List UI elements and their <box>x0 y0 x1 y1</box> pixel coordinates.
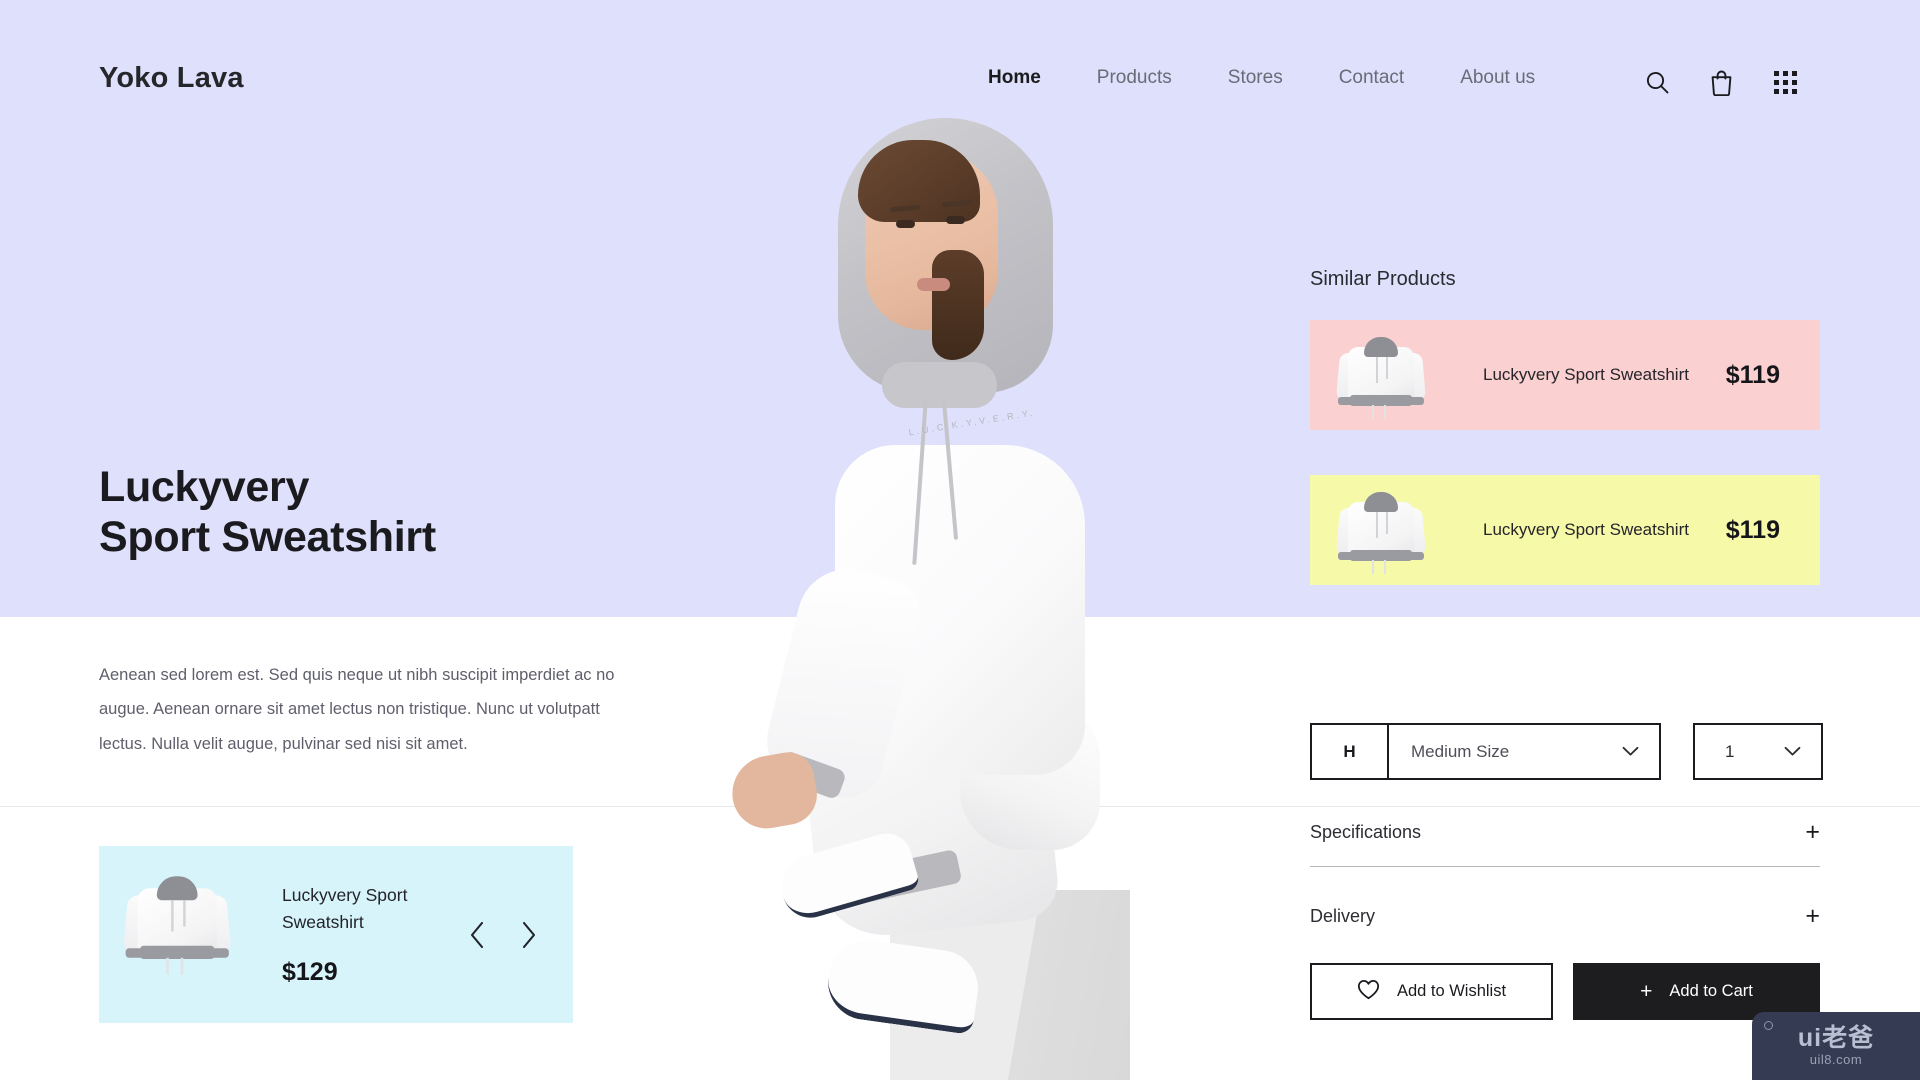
watermark-title: ui老爸 <box>1797 1023 1875 1052</box>
accordion-specifications-label: Specifications <box>1310 822 1422 842</box>
accordion-divider <box>1310 866 1820 867</box>
quantity-select-value: 1 <box>1725 741 1735 761</box>
model-eye-left <box>896 220 915 228</box>
search-icon[interactable] <box>1625 62 1689 102</box>
model-hand <box>726 748 822 834</box>
add-to-wishlist-label: Add to Wishlist <box>1396 982 1507 1000</box>
similar-product-name: Luckyvery Sport Sweatshirt <box>1483 365 1689 385</box>
product-description: Aenean sed lorem est. Sed quis neque ut … <box>99 666 615 753</box>
size-selector-group: H Medium Size <box>1310 723 1661 780</box>
similar-product-card-2[interactable]: Luckyvery Sport Sweatshirt $119 <box>1310 475 1820 585</box>
header-icon-group <box>1625 62 1817 102</box>
heart-icon <box>1357 979 1380 1005</box>
similar-products-heading: Similar Products <box>1310 268 1456 290</box>
product-model-image: L.U.C.K.Y.V.E.R.Y. <box>660 100 1220 1080</box>
product-carousel-card[interactable]: Luckyvery Sport Sweatshirt $129 <box>99 846 573 1023</box>
plus-icon: + <box>1805 902 1820 930</box>
carousel-product-info: Luckyvery Sport Sweatshirt $129 <box>282 882 469 987</box>
chevron-left-icon[interactable] <box>469 921 486 949</box>
purchase-options-row: H Medium Size 1 <box>1310 723 1823 780</box>
carousel-product-name: Luckyvery Sport Sweatshirt <box>282 885 408 932</box>
similar-product-price: $119 <box>1725 515 1780 544</box>
model-hood-collar <box>882 362 997 408</box>
site-header: Yoko Lava Home Products Stores Contact A… <box>0 0 1920 130</box>
nav-item-contact[interactable]: Contact <box>1311 67 1432 89</box>
quantity-select[interactable]: 1 <box>1693 723 1823 780</box>
similar-product-price: $119 <box>1725 360 1780 389</box>
product-page: L.U.C.K.Y.V.E.R.Y. Yoko Lava Home Produc… <box>0 0 1920 1080</box>
add-to-cart-label: Add to Cart <box>1669 982 1753 1000</box>
similar-product-name: Luckyvery Sport Sweatshirt <box>1483 520 1689 540</box>
accordion-specifications[interactable]: Specifications + <box>1310 820 1820 845</box>
nav-item-home[interactable]: Home <box>960 67 1069 89</box>
page-title-line1: Luckyvery <box>99 463 310 511</box>
model-eye-right <box>946 216 965 224</box>
nav-item-products[interactable]: Products <box>1069 67 1200 89</box>
size-prefix-label: H <box>1310 723 1389 780</box>
circle-icon <box>1764 1021 1773 1030</box>
accordion-delivery[interactable]: Delivery + <box>1310 904 1820 929</box>
model-hair-side <box>932 250 984 360</box>
nav-item-stores[interactable]: Stores <box>1200 67 1311 89</box>
shopping-bag-icon[interactable] <box>1689 62 1753 102</box>
model-lips <box>917 278 950 291</box>
accordion-delivery-label: Delivery <box>1310 906 1376 926</box>
page-title-line2: Sport Sweatshirt <box>99 512 436 561</box>
carousel-navigation <box>469 921 537 949</box>
chevron-down-icon <box>1784 742 1801 762</box>
watermark-badge: ui老爸 uil8.com <box>1752 1012 1920 1080</box>
size-select[interactable]: Medium Size <box>1389 723 1661 780</box>
size-select-value: Medium Size <box>1411 741 1510 761</box>
product-thumbnail <box>123 875 244 994</box>
main-navigation: Home Products Stores Contact About us <box>960 67 1563 89</box>
add-to-wishlist-button[interactable]: Add to Wishlist <box>1310 963 1553 1020</box>
action-button-row: Add to Wishlist + Add to Cart <box>1310 963 1820 1020</box>
plus-icon: + <box>1640 980 1653 1003</box>
watermark-url: uil8.com <box>1809 1051 1863 1067</box>
chevron-right-icon[interactable] <box>520 921 537 949</box>
product-thumbnail <box>1334 327 1428 423</box>
similar-product-card-1[interactable]: Luckyvery Sport Sweatshirt $119 <box>1310 320 1820 430</box>
product-thumbnail <box>1334 482 1428 578</box>
carousel-product-price: $129 <box>282 957 338 986</box>
brand-logo[interactable]: Yoko Lava <box>99 62 244 95</box>
nav-item-about-us[interactable]: About us <box>1432 67 1563 89</box>
grid-menu-icon[interactable] <box>1753 62 1817 102</box>
plus-icon: + <box>1805 818 1820 846</box>
page-title: Luckyvery Sport Sweatshirt <box>99 463 436 563</box>
chevron-down-icon <box>1622 742 1639 762</box>
